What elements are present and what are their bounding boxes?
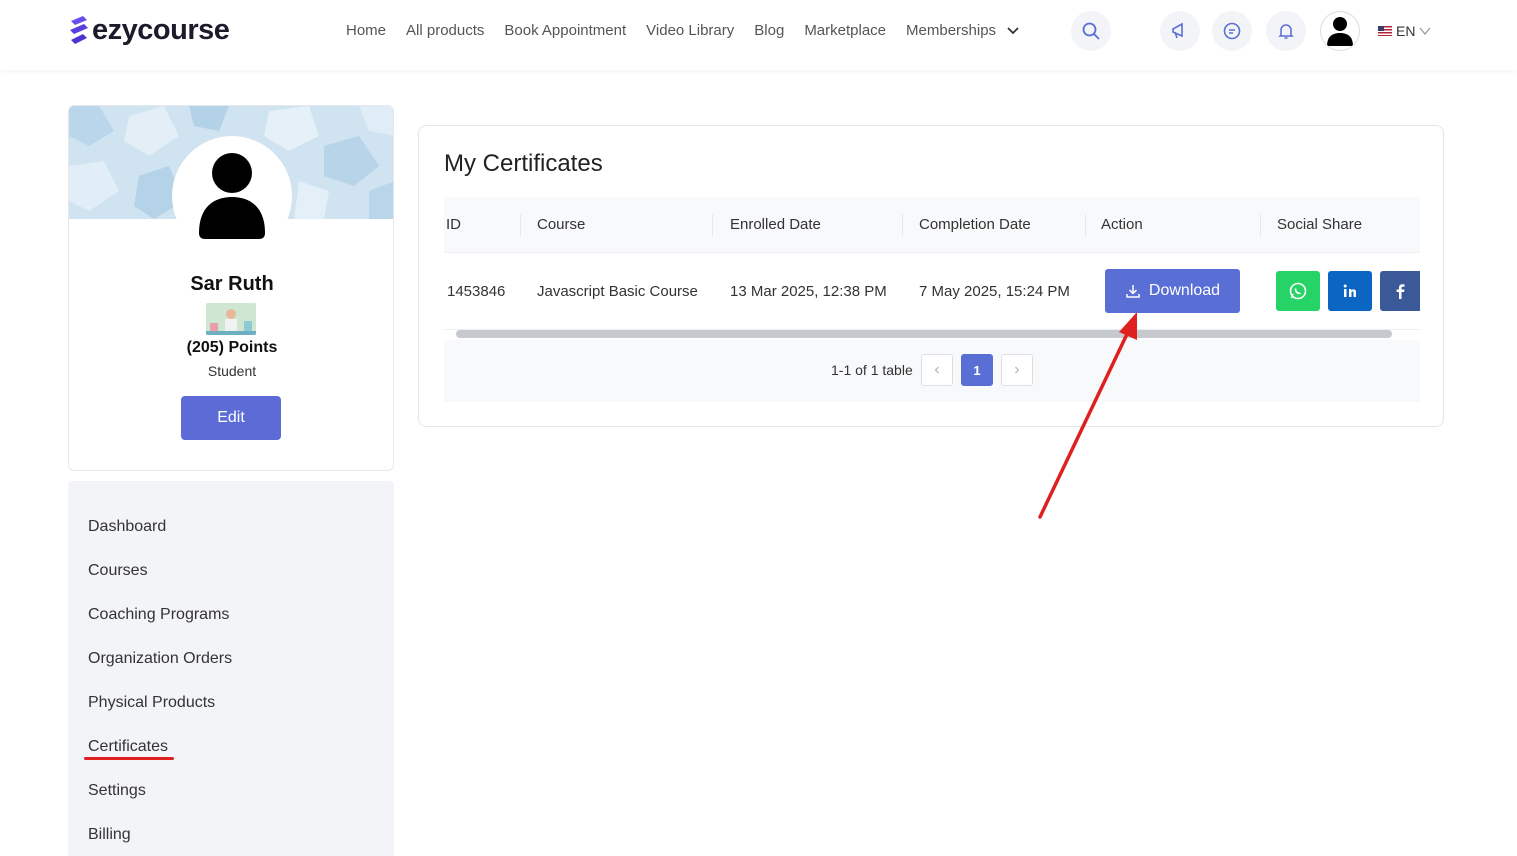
page-title: My Certificates	[444, 150, 603, 177]
table-header: ID Course Enrolled Date Completion Date …	[444, 197, 1420, 253]
sidebar-item-courses[interactable]: Courses	[88, 562, 148, 580]
language-selector[interactable]: EN	[1378, 23, 1432, 39]
download-icon	[1126, 285, 1140, 298]
search-icon	[1082, 22, 1100, 40]
pagination: 1-1 of 1 table 1	[444, 340, 1420, 402]
badge-image	[206, 303, 256, 335]
sidebar-item-physical-products[interactable]: Physical Products	[88, 694, 215, 712]
nav-marketplace[interactable]: Marketplace	[804, 22, 886, 39]
nav-home[interactable]: Home	[346, 22, 386, 39]
facebook-icon	[1396, 284, 1405, 299]
column-header-completion-date: Completion Date	[919, 216, 1031, 233]
language-code: EN	[1396, 23, 1416, 39]
next-page-button[interactable]	[1001, 354, 1033, 386]
profile-name: Sar Ruth	[190, 273, 274, 295]
nav-memberships-label: Memberships	[906, 22, 997, 39]
page-number-button[interactable]: 1	[961, 354, 993, 386]
bell-icon	[1278, 24, 1294, 39]
edit-profile-button[interactable]: Edit	[181, 396, 281, 440]
share-facebook-button[interactable]	[1380, 271, 1420, 311]
brand-name: ezycourse	[92, 14, 230, 46]
logo-mark-icon	[68, 15, 90, 47]
column-header-enrolled-date: Enrolled Date	[730, 216, 821, 233]
previous-page-button[interactable]	[921, 354, 953, 386]
linkedin-icon	[1343, 284, 1356, 297]
cell-id: 1453846	[447, 283, 506, 300]
us-flag-icon	[1378, 26, 1392, 36]
download-button-label: Download	[1148, 282, 1221, 299]
sidebar-item-dashboard[interactable]: Dashboard	[88, 518, 166, 536]
cell-completion-date: 7 May 2025, 15:24 PM	[919, 283, 1070, 300]
sidebar-item-coaching-programs[interactable]: Coaching Programs	[88, 606, 229, 624]
messages-button[interactable]	[1212, 11, 1252, 51]
certificates-panel: My Certificates ID Course Enrolled Date …	[418, 125, 1444, 427]
brand-logo[interactable]: ezycourse	[68, 14, 230, 47]
table-row: 1453846 Javascript Basic Course 13 Mar 2…	[444, 254, 1420, 330]
sidebar-item-billing[interactable]: Billing	[88, 826, 131, 844]
column-header-id: ID	[446, 216, 461, 233]
chevron-down-icon	[1418, 23, 1432, 39]
chat-icon	[1223, 22, 1241, 40]
active-item-annotation-underline	[84, 757, 174, 760]
column-divider	[1260, 214, 1261, 236]
search-button[interactable]	[1071, 11, 1111, 51]
whatsapp-icon	[1289, 282, 1307, 300]
column-divider	[712, 214, 713, 236]
user-avatar-button[interactable]	[1320, 11, 1360, 51]
column-divider	[1085, 214, 1086, 236]
share-whatsapp-button[interactable]	[1276, 271, 1320, 311]
nav-video-library[interactable]: Video Library	[646, 22, 734, 39]
pagination-summary: 1-1 of 1 table	[831, 362, 913, 378]
nav-book-appointment[interactable]: Book Appointment	[504, 22, 626, 39]
nav-all-products[interactable]: All products	[406, 22, 484, 39]
megaphone-icon	[1172, 22, 1183, 39]
profile-role: Student	[207, 363, 257, 379]
profile-card: Sar Ruth (205) Points Student Edit	[68, 105, 394, 471]
column-header-social-share: Social Share	[1277, 216, 1363, 233]
announcements-button[interactable]	[1160, 11, 1200, 51]
sidebar-item-organization-orders[interactable]: Organization Orders	[88, 650, 232, 668]
column-header-course: Course	[537, 216, 586, 233]
horizontal-scrollbar[interactable]	[456, 330, 1392, 338]
top-header: ezycourse Home All products Book Appoint…	[0, 0, 1517, 70]
profile-points: (205) Points	[186, 339, 278, 356]
nav-blog[interactable]: Blog	[754, 22, 784, 39]
chevron-left-icon	[934, 366, 939, 374]
cell-enrolled-date: 13 Mar 2025, 12:38 PM	[730, 283, 887, 300]
sidebar-item-certificates[interactable]: Certificates	[88, 738, 168, 756]
cell-course: Javascript Basic Course	[537, 283, 698, 300]
sidebar-item-settings[interactable]: Settings	[88, 782, 146, 800]
profile-avatar	[172, 136, 292, 256]
chevron-down-icon	[1006, 22, 1020, 39]
column-header-action: Action	[1101, 216, 1143, 233]
user-silhouette-icon	[199, 153, 265, 239]
column-divider	[520, 214, 521, 236]
chevron-right-icon	[1015, 366, 1020, 374]
main-nav: Home All products Book Appointment Video…	[346, 22, 1040, 39]
notifications-button[interactable]	[1266, 11, 1306, 51]
user-avatar-icon	[1327, 17, 1353, 46]
download-certificate-button[interactable]: Download	[1105, 269, 1240, 313]
sidebar-menu: Dashboard Courses Coaching Programs Orga…	[68, 481, 394, 856]
nav-memberships[interactable]: Memberships	[906, 22, 1020, 39]
share-linkedin-button[interactable]	[1328, 271, 1372, 311]
column-divider	[902, 214, 903, 236]
